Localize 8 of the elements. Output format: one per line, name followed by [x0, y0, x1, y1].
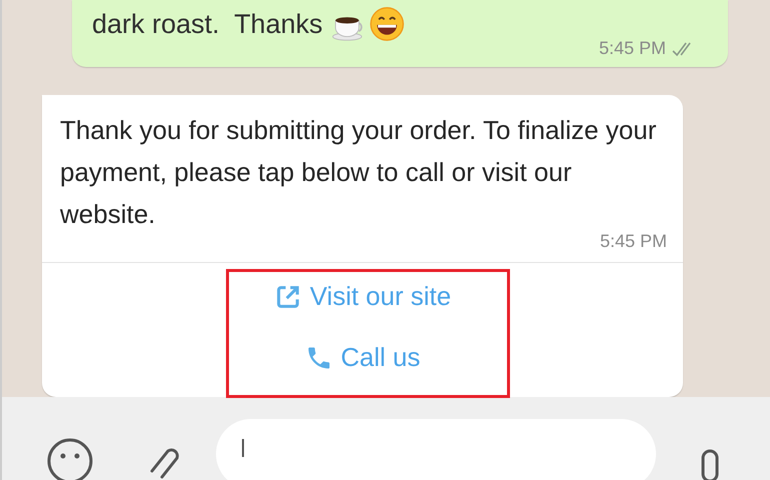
- grinning-face-icon: [368, 6, 405, 42]
- message-time: 5:45 PM: [598, 38, 666, 59]
- call-button[interactable]: Call us: [296, 338, 428, 377]
- message-time: 5:45 PM: [600, 231, 667, 252]
- smiley-icon: [46, 437, 94, 480]
- link-button[interactable]: Visit our site: [266, 277, 460, 316]
- message-text: dark roast. Thanks: [92, 8, 323, 40]
- message-text: Thank you for submitting your order. To finalize your payment, please tap below to call or visit our website.: [60, 114, 658, 231]
